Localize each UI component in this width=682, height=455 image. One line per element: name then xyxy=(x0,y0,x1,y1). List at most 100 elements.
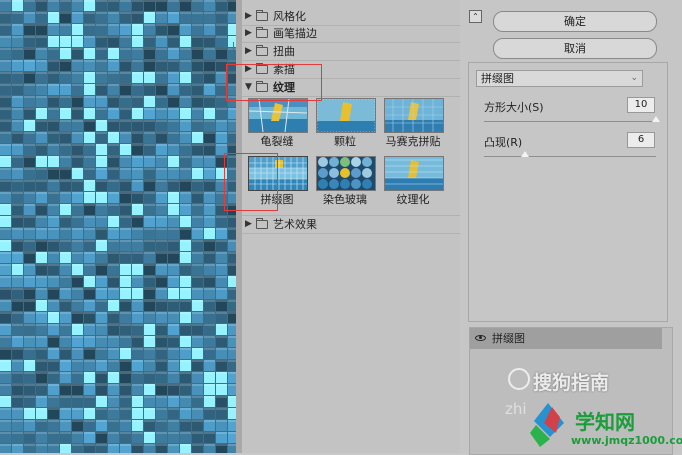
preview-tile-highlight xyxy=(84,408,95,410)
stained-glass-thumbnail[interactable] xyxy=(316,156,376,191)
preview-tile-highlight xyxy=(108,348,119,350)
cancel-button[interactable]: 取消 xyxy=(493,38,657,59)
preview-tile-highlight xyxy=(48,264,59,266)
preview-tile-highlight xyxy=(228,264,236,266)
preview-tile-highlight xyxy=(24,192,35,194)
preview-tile-highlight xyxy=(96,204,107,206)
preview-tile-highlight xyxy=(228,84,236,86)
preview-tile-highlight xyxy=(0,24,11,26)
preview-tile-highlight xyxy=(0,432,11,434)
relief-input[interactable]: 6 xyxy=(627,132,655,148)
folder-artistic[interactable]: ▶ 艺术效果 xyxy=(242,215,460,234)
preview-tile-highlight xyxy=(96,444,107,446)
preview-tile-highlight xyxy=(0,420,11,422)
collapse-arrow-icon: ▼ xyxy=(245,82,252,92)
preview-tile-highlight xyxy=(216,360,227,362)
preview-tile-highlight xyxy=(24,204,35,206)
folder-brush-strokes[interactable]: ▶ 画笔描边 xyxy=(242,25,460,43)
preview-tile-highlight xyxy=(180,408,191,410)
square-size-slider-thumb[interactable] xyxy=(652,116,660,122)
preview-tile-highlight xyxy=(228,120,236,122)
preview-tile-highlight xyxy=(180,324,191,326)
preview-tile-highlight xyxy=(108,132,119,134)
expand-arrow-icon: ▶ xyxy=(245,64,252,74)
preview-tile-highlight xyxy=(48,300,59,302)
sogou-logo-icon xyxy=(508,368,530,390)
preview-tile-highlight xyxy=(192,432,203,434)
folder-texture[interactable]: ▼ 纹理 xyxy=(242,79,460,97)
preview-tile-highlight xyxy=(24,396,35,398)
folder-stylize[interactable]: ▶ 风格化 xyxy=(242,8,460,26)
texturizer-thumbnail[interactable] xyxy=(384,156,444,191)
folder-distort[interactable]: ▶ 扭曲 xyxy=(242,43,460,61)
preview-tile-highlight xyxy=(168,252,179,254)
preview-tile-highlight xyxy=(132,180,143,182)
preview-tile-highlight xyxy=(36,216,47,218)
preview-tile-highlight xyxy=(12,432,23,434)
preview-tile-highlight xyxy=(72,252,83,254)
effect-layer-row[interactable]: 拼缀图 xyxy=(470,328,662,349)
preview-tile-highlight xyxy=(96,408,107,410)
preview-tile-highlight xyxy=(24,228,35,230)
craquelure-thumbnail[interactable] xyxy=(248,98,308,133)
filter-preview[interactable] xyxy=(0,0,236,453)
preview-tile-highlight xyxy=(72,312,83,314)
preview-tile-highlight xyxy=(108,192,119,194)
preview-tile-highlight xyxy=(12,48,23,50)
preview-tile-highlight xyxy=(36,144,47,146)
filter-settings-box: 拼缀图 ⌄ 方形大小(S) 10 凸现(R) 6 xyxy=(468,62,668,322)
preview-tile-highlight xyxy=(180,180,191,182)
preview-tile-highlight xyxy=(60,252,71,254)
preview-tile-highlight xyxy=(156,216,167,218)
collapse-gallery-icon[interactable]: ⌃ xyxy=(469,10,482,23)
preview-tile-highlight xyxy=(156,240,167,242)
preview-tile-highlight xyxy=(60,396,71,398)
preview-tile-highlight xyxy=(180,240,191,242)
preview-tile-highlight xyxy=(12,180,23,182)
preview-tile-highlight xyxy=(48,168,59,170)
preview-tile-highlight xyxy=(0,288,11,290)
patchwork-thumbnail[interactable] xyxy=(248,156,308,191)
preview-tile-highlight xyxy=(192,132,203,134)
preview-tile-highlight xyxy=(84,48,95,50)
eye-icon[interactable] xyxy=(475,335,486,341)
preview-tile-highlight xyxy=(36,288,47,290)
preview-tile-highlight xyxy=(36,168,47,170)
preview-tile-highlight xyxy=(12,336,23,338)
preview-tile-highlight xyxy=(0,264,11,266)
preview-tile-highlight xyxy=(0,108,11,110)
square-size-input[interactable]: 10 xyxy=(627,97,655,113)
preview-tile-highlight xyxy=(108,252,119,254)
preview-tile-highlight xyxy=(228,384,236,386)
preview-tile-highlight xyxy=(168,396,179,398)
preview-tile-highlight xyxy=(0,300,11,302)
preview-tile-highlight xyxy=(132,48,143,50)
preview-tile-highlight xyxy=(72,420,83,422)
preview-tile-highlight xyxy=(168,12,179,14)
mosaic-tiles-thumbnail[interactable] xyxy=(384,98,444,133)
preview-tile-highlight xyxy=(36,120,47,122)
preview-tile-highlight xyxy=(24,432,35,434)
filter-select[interactable]: 拼缀图 ⌄ xyxy=(476,70,643,87)
preview-tile-highlight xyxy=(144,312,155,314)
preview-tile-highlight xyxy=(60,324,71,326)
preview-tile-highlight xyxy=(168,276,179,278)
relief-slider-thumb[interactable] xyxy=(521,151,530,157)
preview-tile-highlight xyxy=(192,348,203,350)
preview-tile-highlight xyxy=(228,240,236,242)
preview-tile-highlight xyxy=(48,360,59,362)
relief-slider-track[interactable] xyxy=(484,156,656,157)
folder-icon xyxy=(256,218,268,229)
preview-tile-highlight xyxy=(192,408,203,410)
ok-button[interactable]: 确定 xyxy=(493,11,657,32)
preview-tile-highlight xyxy=(228,420,236,422)
preview-tile-highlight xyxy=(84,96,95,98)
preview-tile-highlight xyxy=(96,324,107,326)
square-size-slider-track[interactable] xyxy=(484,121,656,122)
folder-sketch[interactable]: ▶ 素描 xyxy=(242,61,460,79)
grain-thumbnail[interactable] xyxy=(316,98,376,133)
preview-tile-highlight xyxy=(12,36,23,38)
preview-tile-highlight xyxy=(72,372,83,374)
preview-tile-highlight xyxy=(168,228,179,230)
preview-tile-highlight xyxy=(168,180,179,182)
